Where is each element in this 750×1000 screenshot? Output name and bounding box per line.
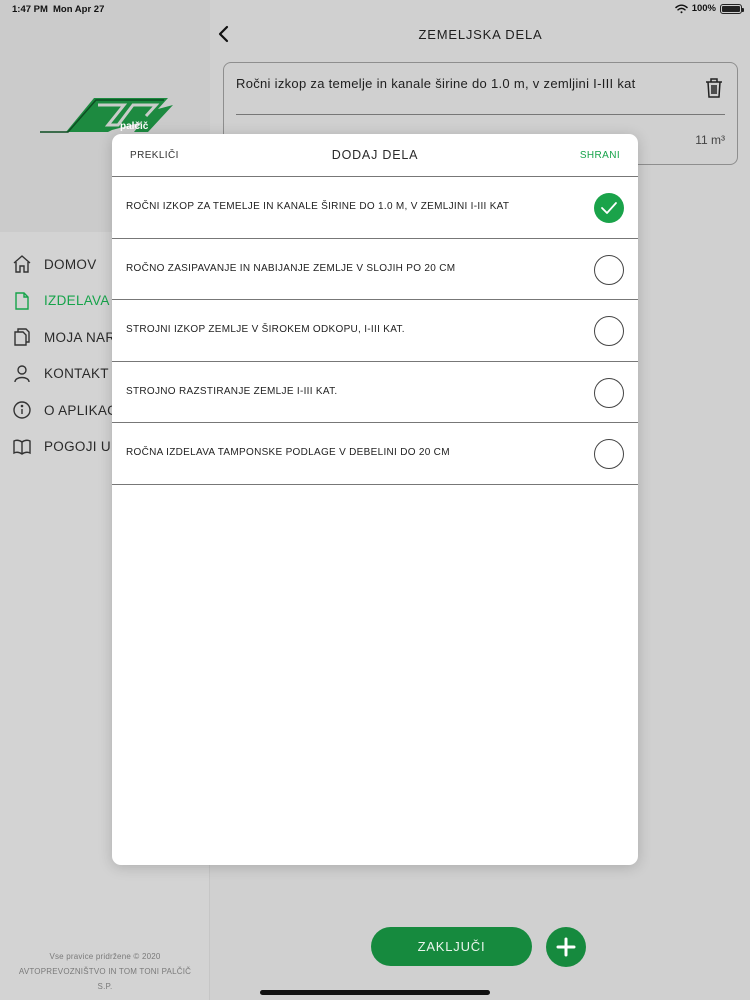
trash-icon — [706, 78, 722, 98]
work-option-label: STROJNO RAZSTIRANJE ZEMLJE I-III KAT. — [126, 385, 338, 397]
save-button[interactable]: SHRANI — [580, 150, 620, 161]
copyright-footer: Vse pravice pridržene © 2020 AVTOPREVOZN… — [0, 949, 210, 994]
selection-checkbox[interactable] — [594, 193, 624, 223]
plus-icon — [556, 937, 576, 957]
modal-header: PREKLIČI DODAJ DELA SHRANI — [112, 134, 638, 177]
status-time: 1:47 PM — [12, 4, 48, 15]
work-option-row[interactable]: STROJNO RAZSTIRANJE ZEMLJE I-III KAT. — [112, 362, 638, 423]
status-bar: 1:47 PM Mon Apr 27 100% — [0, 0, 750, 18]
sidebar-item-label: DOMOV — [44, 256, 97, 272]
work-option-label: ROČNI IZKOP ZA TEMELJE IN KANALE ŠIRINE … — [126, 201, 510, 212]
footer-line: AVTOPREVOZNIŠTVO IN TOM TONI PALČIČ — [18, 967, 192, 976]
sidebar-item-label: KONTAKT — [44, 366, 109, 382]
work-option-label: ROČNA IZDELAVA TAMPONSKE PODLAGE V DEBEL… — [126, 447, 450, 458]
work-option-row[interactable]: ROČNI IZKOP ZA TEMELJE IN KANALE ŠIRINE … — [112, 177, 638, 239]
work-item-text: Ročni izkop za temelje in kanale širine … — [236, 76, 636, 91]
home-indicator — [260, 990, 490, 995]
sidebar-item-label: POGOJI UP — [44, 439, 121, 455]
status-date: Mon Apr 27 — [53, 4, 105, 15]
cancel-button[interactable]: PREKLIČI — [130, 150, 179, 161]
selection-checkbox[interactable] — [594, 316, 624, 346]
copy-icon — [12, 327, 32, 347]
home-icon — [12, 254, 32, 274]
work-item-quantity[interactable]: 11 m³ — [695, 133, 725, 147]
document-icon — [12, 291, 32, 311]
work-option-row[interactable]: ROČNA IZDELAVA TAMPONSKE PODLAGE V DEBEL… — [112, 423, 638, 485]
sidebar-item-label: IZDELAVA — [44, 293, 110, 309]
battery-percent: 100% — [691, 3, 716, 14]
status-right: 100% — [674, 3, 744, 14]
footer-line: Vse pravice pridržene © 2020 — [49, 952, 161, 961]
info-icon — [12, 400, 32, 420]
battery-icon — [720, 3, 744, 14]
sidebar-item-label: MOJA NAR — [44, 329, 116, 345]
add-work-modal: PREKLIČI DODAJ DELA SHRANI ROČNI IZKOP Z… — [112, 134, 638, 865]
sidebar-item-label: O APLIKAC — [44, 402, 118, 418]
delete-button[interactable] — [704, 77, 724, 99]
svg-text:palčič: palčič — [120, 121, 149, 132]
company-logo: palčič — [36, 98, 173, 133]
footer-line: S.P. — [97, 982, 113, 991]
work-option-row[interactable]: ROČNO ZASIPAVANJE IN NABIJANJE ZEMLJE V … — [112, 239, 638, 300]
checkmark-icon — [601, 202, 617, 214]
person-icon — [12, 364, 32, 384]
page-title: ZEMELJSKA DELA — [418, 27, 543, 42]
selection-checkbox[interactable] — [594, 377, 624, 408]
work-option-row[interactable]: STROJNI IZKOP ZEMLJE V ŠIROKEM ODKOPU, I… — [112, 300, 638, 362]
finish-button[interactable]: ZAKLJUČI — [371, 927, 532, 966]
selection-checkbox[interactable] — [594, 254, 624, 285]
add-button[interactable] — [546, 927, 586, 967]
modal-title: DODAJ DELA — [331, 148, 419, 162]
work-option-label: ROČNO ZASIPAVANJE IN NABIJANJE ZEMLJE V … — [126, 262, 456, 274]
wifi-icon — [674, 4, 688, 13]
work-option-label: STROJNI IZKOP ZEMLJE V ŠIROKEM ODKOPU, I… — [126, 324, 405, 335]
book-icon — [12, 437, 32, 457]
divider — [236, 114, 725, 115]
selection-checkbox[interactable] — [594, 439, 624, 469]
